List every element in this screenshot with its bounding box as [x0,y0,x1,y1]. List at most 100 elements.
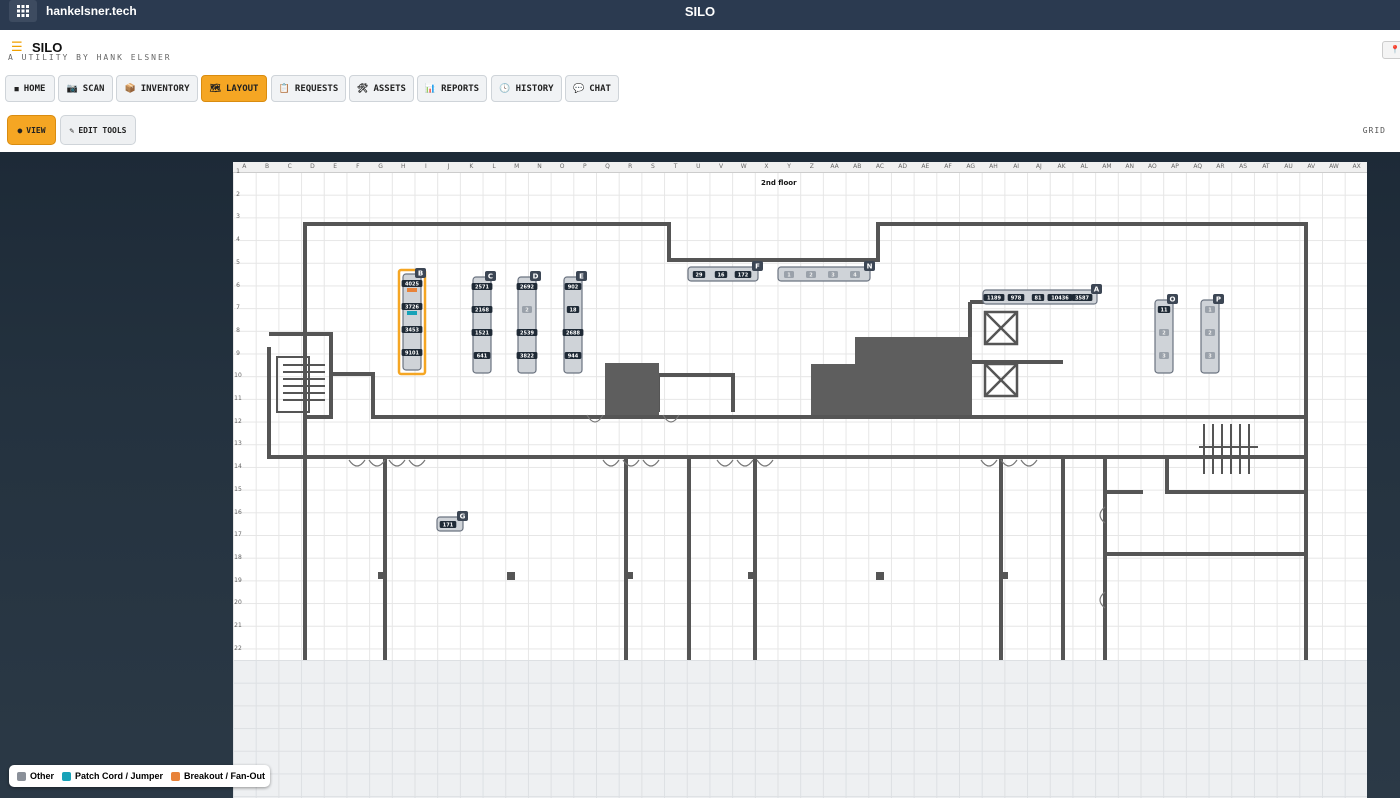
rack-label: G [460,513,466,521]
tab-label: HISTORY [515,83,554,94]
rack-slot-value: 10436 [1051,296,1069,302]
legend-label: Breakout / Fan-Out [184,771,266,781]
edit-tools-button[interactable]: ✎ EDIT TOOLS [60,115,136,145]
rack-slot-value: 2688 [566,331,580,337]
rack-slot-value: 2571 [475,285,489,291]
rack-f[interactable]: F 29 16 172 [687,261,763,282]
tab-label: CHAT [589,83,611,94]
rack-slot-value: 16 [718,273,725,279]
rack-slot-value: 2168 [475,308,489,314]
rack-o[interactable]: O11 2 3 [1154,294,1178,374]
rack-slot-value: 2 [525,308,529,314]
app-title: SILO [684,4,716,19]
legend-item-other: Other [17,771,54,781]
rack-label: C [488,273,493,281]
rack-slot-value: 3 [831,273,835,279]
columns-pillars [378,572,1008,580]
rack-slot-value: 9101 [405,351,419,357]
rack-label: D [533,273,539,281]
rack-slot-value: 18 [570,308,577,314]
rack-label: E [579,273,584,281]
rack-slot-value: 3822 [520,354,534,360]
rack-slot-value: 2 [809,273,813,279]
top-bar: hankelsner.tech SILO [0,0,1400,30]
rack-b[interactable]: B 4025 3726 3453 9101 [397,268,427,376]
rack-slot-value: 3726 [405,305,419,311]
tab-label: REPORTS [441,83,480,94]
edit-label: EDIT TOOLS [78,125,127,135]
rack-label: N [867,263,873,271]
tab-label: ASSETS [373,83,406,94]
pencil-icon: ✎ [69,125,75,135]
rack-label: O [1170,296,1176,304]
rack-n[interactable]: N 1 2 3 4 [777,261,875,282]
rack-label: A [1094,286,1100,294]
rack-a[interactable]: A 1189 978 81 10436 3587 [982,284,1102,305]
rack-slot-value: 3 [1208,354,1212,360]
rack-label: B [418,270,423,278]
rack-slot-value: 1 [787,273,791,279]
location-pin-button[interactable]: 📍 [1382,41,1400,59]
rack-slot-value: 2692 [520,285,534,291]
clipboard-icon: 📋 [278,83,290,94]
tab-home[interactable]: ■ HOME [5,75,55,102]
tab-label: INVENTORY [140,83,190,94]
rack-slot-value: 172 [738,273,749,279]
home-icon: ■ [14,84,19,93]
legend-swatch [171,771,181,781]
legend-label: Other [30,771,55,781]
rack-slot-value: 81 [1035,296,1042,302]
tab-label: REQUESTS [294,83,339,94]
pin-icon: 📍 [1390,45,1400,54]
rack-slot-value: 4 [853,273,857,279]
tab-assets[interactable]: 🛠 ASSETS [349,75,414,102]
map-icon: 🗺 [209,83,221,94]
rack-slot-value: 2 [1208,331,1212,337]
rack-label: P [1216,296,1221,304]
legend-swatch [62,771,72,781]
rack-slot-value: 1189 [987,296,1001,302]
tab-label: SCAN [82,83,105,94]
rack-d[interactable]: D 2692 2 2539 3822 [516,271,541,374]
box-icon: 📦 [124,83,136,94]
rack-c[interactable]: C 2571 2168 1521 641 [471,271,496,374]
tab-chat[interactable]: 💬 CHAT [565,75,619,102]
tab-requests[interactable]: 📋 REQUESTS [271,75,346,102]
grid-toggle[interactable]: GRID [1363,126,1386,135]
rack-slot-value: 641 [477,354,488,360]
rack-slot-value: 171 [443,523,454,529]
rack-e[interactable]: E902 18 2688 944 [562,271,587,374]
view-label: VIEW [26,125,46,135]
tab-inventory[interactable]: 📦 INVENTORY [116,75,198,102]
tab-reports[interactable]: 📊 REPORTS [417,75,487,102]
clock-icon: 🕓 [499,83,511,94]
tab-label: LAYOUT [225,83,259,94]
tab-label: HOME [23,83,46,94]
layout-toolbar: ● VIEW ✎ EDIT TOOLS GRID [0,108,1400,152]
rack-slot-value: 902 [568,285,579,291]
tab-scan[interactable]: 📷 SCAN [58,75,113,102]
app-header: ☰ SILO A UTILITY BY HANK ELSNER 📍 [0,30,1400,71]
chat-bubble-icon: 💬 [573,83,585,94]
rack-slot-value: 2539 [520,331,534,337]
tools-icon: 🛠 [357,83,369,94]
map-workspace[interactable]: A B C D E F G H I J K L M N O P Q R S T U V W X Y Z AA AB AC AD AE AF AG… [0,152,1400,798]
rack-label: F [755,263,760,271]
rack-slot-value: 944 [568,354,579,360]
view-mode-button[interactable]: ● VIEW [7,115,56,145]
floor-canvas[interactable]: A B C D E F G H I J K L M N O P Q R S T U V W X Y Z AA AB AC AD AE AF AG… [233,162,1367,798]
map-legend: Other Patch Cord / Jumper Breakout / Fan… [9,765,270,787]
rack-slot-value: 29 [696,273,703,279]
legend-item-breakout: Breakout / Fan-Out [171,771,265,781]
rack-slot-value: 11 [1161,308,1168,314]
legend-swatch [17,771,26,781]
rack-p[interactable]: P1 2 3 [1200,294,1224,374]
rack-slot-value: 4025 [405,282,419,288]
tab-history[interactable]: 🕓 HISTORY [491,75,562,102]
rack-slot-value: 1 [1208,308,1212,314]
rack-g[interactable]: G 171 [436,511,468,532]
legend-label: Patch Cord / Jumper [75,771,164,781]
floor-plan: B 4025 3726 3453 9101 C 2571 2168 1521 641 D 2692 2 2… [267,222,1308,660]
brand-tagline: A UTILITY BY HANK ELSNER [8,53,172,62]
tab-layout[interactable]: 🗺 LAYOUT [201,75,267,102]
